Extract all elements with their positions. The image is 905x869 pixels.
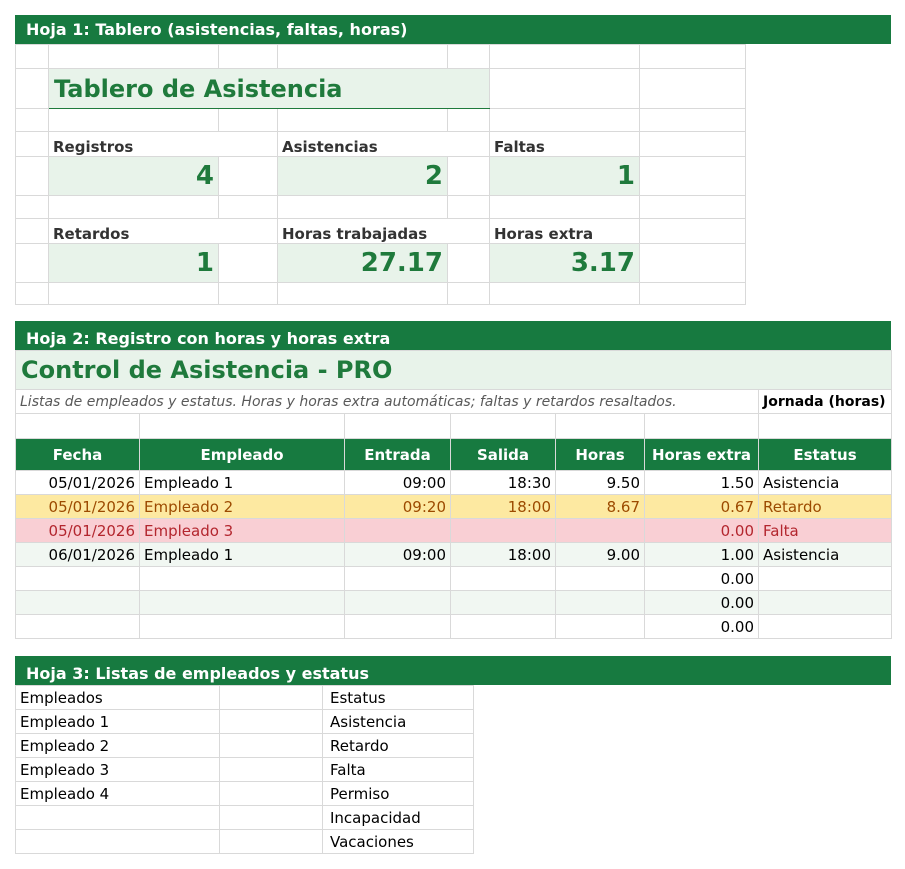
list-item-empleado[interactable]	[15, 805, 220, 830]
cell-salida[interactable]: 18:00	[450, 542, 556, 567]
cell-horas[interactable]: 9.50	[555, 470, 645, 495]
col-header-horas-extra[interactable]: Horas extra	[644, 438, 759, 471]
cell-estatus[interactable]: Falta	[758, 518, 892, 543]
cell-estatus[interactable]	[758, 590, 892, 615]
cell-fecha[interactable]: 05/01/2026	[15, 494, 140, 519]
cell-fecha[interactable]: 05/01/2026	[15, 470, 140, 495]
cell-entrada[interactable]	[344, 614, 451, 639]
cell-salida[interactable]	[450, 518, 556, 543]
kpi-value-horas-extra[interactable]: 3.17	[489, 243, 640, 283]
cell-estatus[interactable]: Asistencia	[758, 470, 892, 495]
jornada-label: Jornada (horas)	[758, 389, 892, 414]
list-item-empleado[interactable]	[15, 829, 220, 854]
col-header-empleado[interactable]: Empleado	[139, 438, 345, 471]
col-header-entrada[interactable]: Entrada	[344, 438, 451, 471]
cell-horas-extra[interactable]: 0.00	[644, 614, 759, 639]
lists-grid: Empleados Estatus Empleado 1 Asistencia …	[15, 685, 474, 854]
cell-empleado[interactable]: Empleado 1	[139, 470, 345, 495]
cell-horas[interactable]	[555, 590, 645, 615]
col-header-horas[interactable]: Horas	[555, 438, 645, 471]
list-item-estatus[interactable]: Retardo	[322, 733, 474, 758]
kpi-value-retardos[interactable]: 1	[48, 243, 219, 283]
table-row: 05/01/2026 Empleado 1 09:00 18:30 9.50 1…	[15, 470, 892, 495]
cell-empleado[interactable]: Empleado 3	[139, 518, 345, 543]
cell-horas[interactable]	[555, 518, 645, 543]
cell-salida[interactable]	[450, 590, 556, 615]
col-header-fecha[interactable]: Fecha	[15, 438, 140, 471]
cell-estatus[interactable]	[758, 614, 892, 639]
table-row: 05/01/2026 Empleado 2 09:20 18:00 8.67 0…	[15, 494, 892, 519]
estatus-header[interactable]: Estatus	[322, 685, 474, 710]
pro-subtitle: Listas de empleados y estatus. Horas y h…	[15, 389, 759, 414]
list-item-empleado[interactable]: Empleado 1	[15, 709, 220, 734]
sheet2-header: Hoja 2: Registro con horas y horas extra	[15, 321, 891, 350]
kpi-label-faltas: Faltas	[489, 131, 640, 157]
list-item-empleado[interactable]: Empleado 3	[15, 757, 220, 782]
cell-entrada[interactable]	[344, 566, 451, 591]
cell-entrada[interactable]	[344, 518, 451, 543]
kpi-label-horas-extra: Horas extra	[489, 218, 640, 244]
kpi-label-horas-trabajadas: Horas trabajadas	[277, 218, 490, 244]
cell-fecha[interactable]	[15, 614, 140, 639]
cell-entrada[interactable]: 09:00	[344, 542, 451, 567]
attendance-grid: Control de Asistencia - PRO Listas de em…	[15, 350, 892, 639]
kpi-value-registros[interactable]: 4	[48, 156, 219, 196]
col-header-estatus[interactable]: Estatus	[758, 438, 892, 471]
cell-horas-extra[interactable]: 0.00	[644, 566, 759, 591]
cell-empleado[interactable]: Empleado 1	[139, 542, 345, 567]
cell-horas-extra[interactable]: 1.50	[644, 470, 759, 495]
cell-horas[interactable]: 9.00	[555, 542, 645, 567]
cell-fecha[interactable]: 05/01/2026	[15, 518, 140, 543]
sheet3-header: Hoja 3: Listas de empleados y estatus	[15, 656, 891, 685]
table-row: 0.00	[15, 566, 892, 591]
sheet1-header: Hoja 1: Tablero (asistencias, faltas, ho…	[15, 15, 891, 44]
list-item-empleado[interactable]: Empleado 2	[15, 733, 220, 758]
cell-horas-extra[interactable]: 0.00	[644, 590, 759, 615]
cell-horas[interactable]	[555, 566, 645, 591]
cell-estatus[interactable]	[758, 566, 892, 591]
cell-horas-extra[interactable]: 0.67	[644, 494, 759, 519]
cell-estatus[interactable]: Asistencia	[758, 542, 892, 567]
kpi-value-faltas[interactable]: 1	[489, 156, 640, 196]
table-row: 0.00	[15, 590, 892, 615]
cell-horas-extra[interactable]: 0.00	[644, 518, 759, 543]
cell-horas-extra[interactable]: 1.00	[644, 542, 759, 567]
cell-fecha[interactable]: 06/01/2026	[15, 542, 140, 567]
kpi-label-asistencias: Asistencias	[277, 131, 490, 157]
cell-horas[interactable]: 8.67	[555, 494, 645, 519]
cell-entrada[interactable]	[344, 590, 451, 615]
table-row: 06/01/2026 Empleado 1 09:00 18:00 9.00 1…	[15, 542, 892, 567]
list-item-estatus[interactable]: Incapacidad	[322, 805, 474, 830]
col-header-salida[interactable]: Salida	[450, 438, 556, 471]
cell-empleado[interactable]	[139, 614, 345, 639]
cell-fecha[interactable]	[15, 566, 140, 591]
cell-fecha[interactable]	[15, 590, 140, 615]
pro-title: Control de Asistencia - PRO	[15, 350, 892, 390]
kpi-value-asistencias[interactable]: 2	[277, 156, 448, 196]
cell-empleado[interactable]: Empleado 2	[139, 494, 345, 519]
list-item-estatus[interactable]: Vacaciones	[322, 829, 474, 854]
cell-horas[interactable]	[555, 614, 645, 639]
cell-salida[interactable]: 18:30	[450, 470, 556, 495]
empleados-header[interactable]: Empleados	[15, 685, 220, 710]
cell-entrada[interactable]: 09:00	[344, 470, 451, 495]
cell-empleado[interactable]	[139, 590, 345, 615]
kpi-value-horas-trabajadas[interactable]: 27.17	[277, 243, 448, 283]
kpi-label-registros: Registros	[48, 131, 278, 157]
list-item-estatus[interactable]: Asistencia	[322, 709, 474, 734]
dashboard-grid: Tablero de Asistencia Registros Asistenc…	[15, 44, 746, 305]
list-item-estatus[interactable]: Permiso	[322, 781, 474, 806]
cell-entrada[interactable]: 09:20	[344, 494, 451, 519]
cell-empleado[interactable]	[139, 566, 345, 591]
dashboard-title: Tablero de Asistencia	[48, 68, 490, 109]
cell-estatus[interactable]: Retardo	[758, 494, 892, 519]
kpi-label-retardos: Retardos	[48, 218, 278, 244]
cell-salida[interactable]: 18:00	[450, 494, 556, 519]
table-row: 05/01/2026 Empleado 3 0.00 Falta	[15, 518, 892, 543]
table-row: 0.00	[15, 614, 892, 639]
cell-salida[interactable]	[450, 614, 556, 639]
list-item-estatus[interactable]: Falta	[322, 757, 474, 782]
list-item-empleado[interactable]: Empleado 4	[15, 781, 220, 806]
cell-salida[interactable]	[450, 566, 556, 591]
